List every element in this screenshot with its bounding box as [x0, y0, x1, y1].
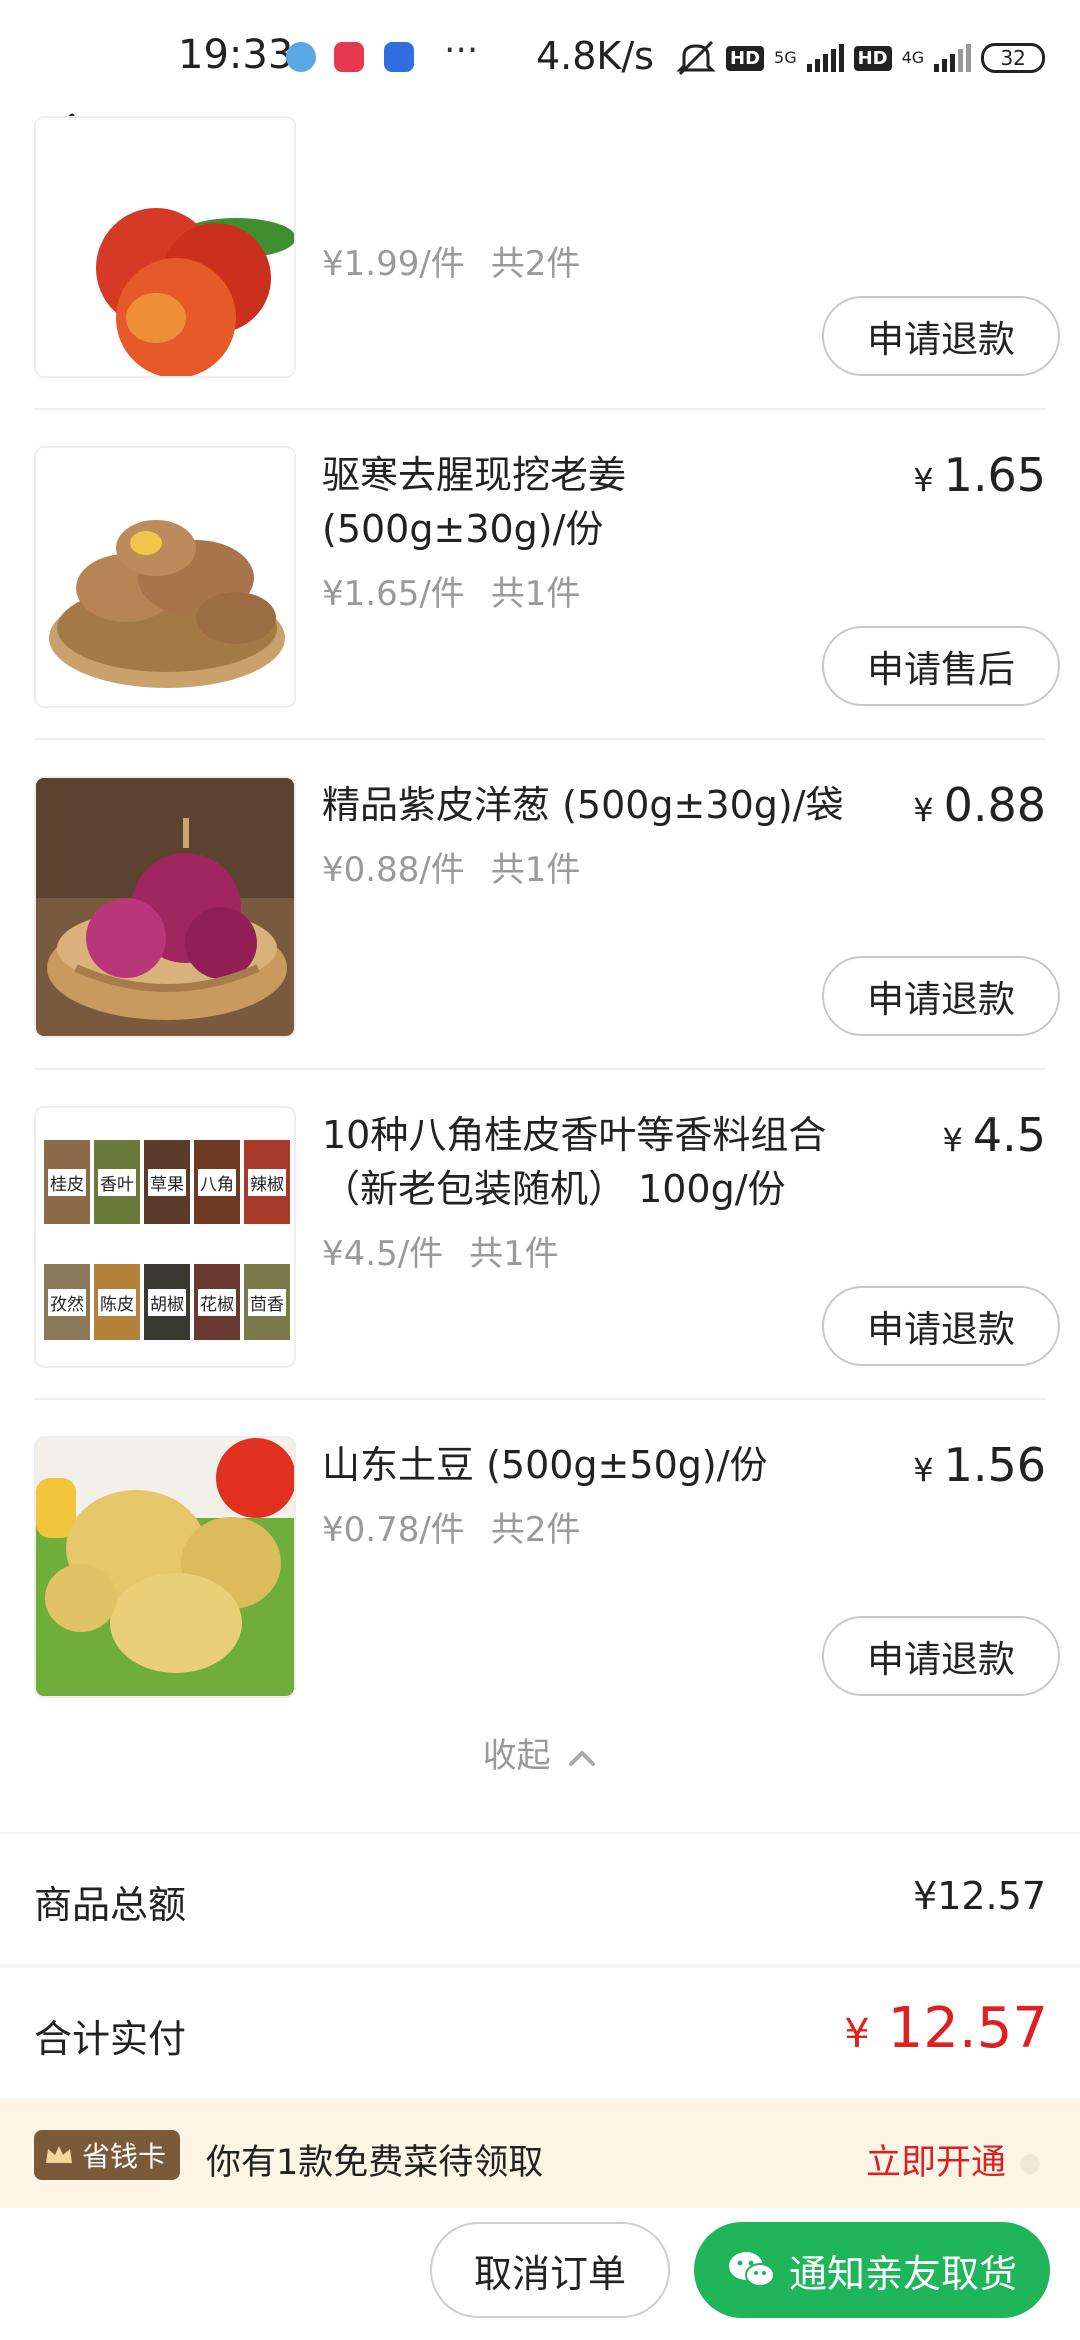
- signal-icon: [934, 44, 972, 72]
- divider: [34, 738, 1046, 740]
- product-name: 山东土豆 (500g±50g)/份: [322, 1443, 768, 1487]
- spice-pack: 孜然: [44, 1264, 90, 1340]
- refund-button[interactable]: 申请退款: [822, 1616, 1060, 1696]
- status-time: 19:33: [178, 32, 294, 78]
- divider: [34, 1398, 1046, 1400]
- goods-total-value: ¥12.57: [913, 1874, 1046, 1918]
- divider: [0, 1964, 1080, 1968]
- hd-icon: HD: [853, 45, 892, 71]
- divider: [34, 1068, 1046, 1070]
- unit-price: ¥0.88/件 共1件: [322, 850, 581, 890]
- divider: [0, 1832, 1080, 1834]
- spice-pack: 桂皮: [44, 1140, 90, 1224]
- decorative-dot-icon: [1020, 2154, 1040, 2174]
- goods-total-label: 商品总额: [34, 1883, 187, 1927]
- spice-pack: 辣椒: [244, 1140, 290, 1224]
- signal-icon: [806, 44, 844, 72]
- potato-image: [34, 1436, 296, 1698]
- item-price: ¥1.65: [913, 448, 1046, 502]
- spice-pack: 草果: [144, 1140, 190, 1224]
- hd-icon: HD: [726, 45, 765, 71]
- app-notification-icon: [286, 42, 316, 72]
- spice-pack: 胡椒: [144, 1264, 190, 1340]
- app-notification-icon: [334, 42, 364, 72]
- network-speed: 4.8K/s: [536, 34, 654, 78]
- ginger-image: [34, 446, 296, 708]
- savings-card-banner[interactable]: 省钱卡 你有1款免费菜待领取 立即开通: [0, 2098, 1080, 2208]
- refund-button[interactable]: 申请退款: [822, 956, 1060, 1036]
- network-type-5g: 5G: [774, 48, 797, 67]
- refund-button[interactable]: 申请退款: [822, 1286, 1060, 1366]
- battery-icon: 32: [981, 43, 1046, 73]
- product-name: 10种八角桂皮香叶等香料组合（新老包装随机） 100g/份: [322, 1113, 827, 1211]
- paid-total-value: ¥12.57: [844, 1996, 1048, 2061]
- divider: [34, 408, 1046, 410]
- unit-price: ¥4.5/件 共1件: [322, 1234, 559, 1274]
- open-now-link[interactable]: 立即开通: [866, 2134, 1006, 2185]
- onion-image: [34, 776, 296, 1038]
- bottom-action-bar: 取消订单 通知亲友取货: [0, 2208, 1080, 2340]
- item-price: ¥0.88: [913, 778, 1046, 832]
- more-notifications-icon: ···: [444, 30, 479, 71]
- refund-button[interactable]: 申请退款: [822, 296, 1060, 376]
- spice-pack: 八角: [194, 1140, 240, 1224]
- peach-image: [34, 116, 296, 378]
- paid-total-label: 合计实付: [34, 2017, 187, 2061]
- spice-pack: 花椒: [194, 1264, 240, 1340]
- notify-friends-button[interactable]: 通知亲友取货: [694, 2222, 1050, 2318]
- status-bar: 19:33 ··· 4.8K/s HD 5G HD 4G 32: [0, 0, 1080, 120]
- crown-icon: [46, 2146, 72, 2163]
- app-notification-icon: [384, 42, 414, 72]
- product-name: 精品紫皮洋葱 (500g±30g)/袋: [322, 783, 844, 827]
- collapse-toggle[interactable]: 收起: [0, 1728, 1080, 1777]
- spice-pack: 香叶: [94, 1140, 140, 1224]
- spices-image: 桂皮 香叶 草果 八角 辣椒 孜然 陈皮 胡椒 花椒 茴香: [34, 1106, 296, 1368]
- savings-card-badge: 省钱卡: [34, 2130, 181, 2180]
- chevron-up-icon: [569, 1750, 596, 1766]
- cancel-order-button[interactable]: 取消订单: [430, 2222, 670, 2318]
- wechat-icon: [728, 2252, 775, 2287]
- item-price: ¥1.56: [913, 1438, 1046, 1492]
- status-indicators: HD 5G HD 4G 32: [676, 38, 1046, 78]
- spice-pack: 茴香: [244, 1264, 290, 1340]
- unit-price: ¥1.65/件 共1件: [322, 574, 581, 614]
- unit-price: ¥0.78/件 共2件: [322, 1510, 581, 1550]
- item-price: ¥4.5: [942, 1108, 1046, 1162]
- product-name: 驱寒去腥现挖老姜 (500g±30g)/份: [322, 453, 627, 551]
- promo-text: 你有1款免费菜待领取: [206, 2143, 544, 2183]
- spice-pack: 陈皮: [94, 1264, 140, 1340]
- unit-price: ¥1.99/件 共2件: [322, 244, 581, 284]
- network-type-4g: 4G: [901, 48, 925, 67]
- after-sales-button[interactable]: 申请售后: [822, 626, 1060, 706]
- mute-icon: [676, 40, 716, 76]
